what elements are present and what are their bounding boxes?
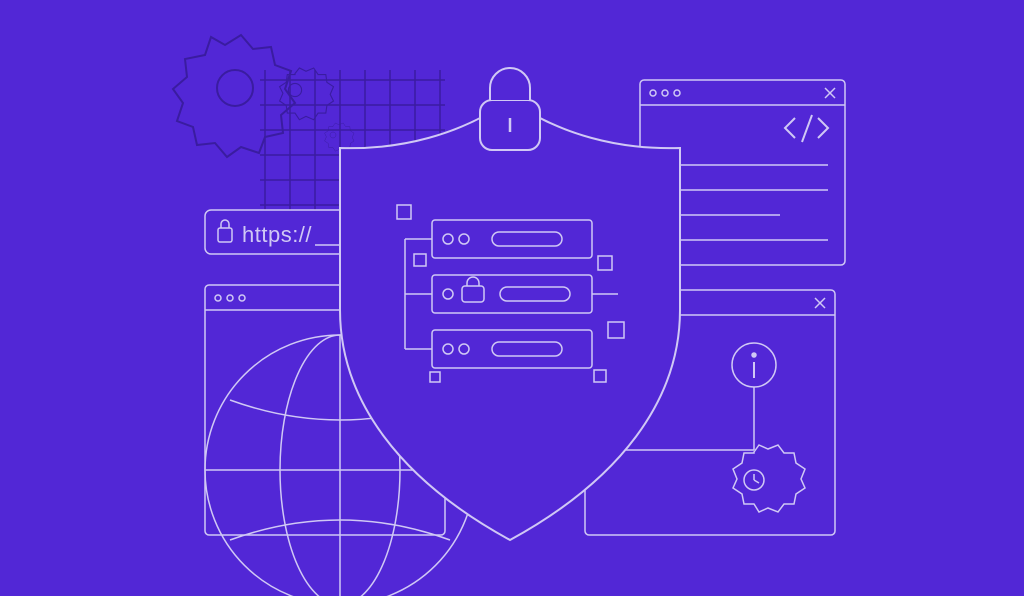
gear-icon-dark-large [173, 35, 295, 157]
url-prefix-text: https:// [242, 222, 312, 248]
gear-icon-info [733, 445, 805, 512]
code-icon [785, 115, 828, 142]
security-illustration [0, 0, 1024, 596]
padlock-icon [480, 68, 540, 150]
shield-icon [340, 100, 680, 540]
info-icon [732, 343, 776, 387]
